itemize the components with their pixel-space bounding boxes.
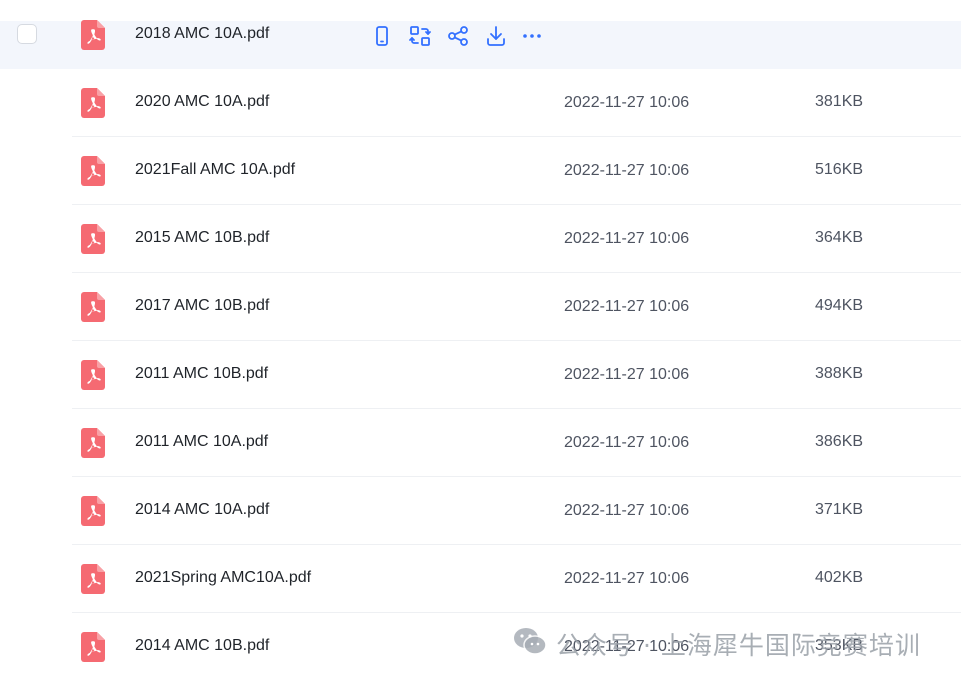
modified-date: 2022-11-27 10:06 bbox=[564, 298, 690, 315]
file-name[interactable]: 2015 AMC 10B.pdf bbox=[135, 229, 269, 247]
file-name[interactable]: 2017 AMC 10B.pdf bbox=[135, 297, 269, 315]
pdf-file-icon bbox=[81, 428, 105, 458]
modified-date: 2022-11-27 10:06 bbox=[564, 94, 690, 111]
file-row[interactable]: 2014 AMC 10A.pdf 2022-11-27 10:06 371KB bbox=[0, 477, 961, 545]
file-row[interactable]: 2018 AMC 10A.pdf bbox=[0, 0, 961, 69]
pdf-file-icon bbox=[81, 224, 105, 254]
convert-icon[interactable] bbox=[408, 24, 432, 48]
file-row[interactable]: 2017 AMC 10B.pdf 2022-11-27 10:06 494KB bbox=[0, 273, 961, 341]
file-row[interactable]: 2021Fall AMC 10A.pdf 2022-11-27 10:06 51… bbox=[0, 137, 961, 205]
wechat-icon bbox=[514, 628, 547, 655]
pdf-file-icon bbox=[81, 292, 105, 322]
pdf-file-icon bbox=[81, 564, 105, 594]
pdf-file-icon bbox=[81, 88, 105, 118]
file-name[interactable]: 2018 AMC 10A.pdf bbox=[135, 25, 269, 43]
file-size: 371KB bbox=[815, 501, 864, 518]
file-name[interactable]: 2011 AMC 10B.pdf bbox=[135, 365, 268, 383]
file-row[interactable]: 2021Spring AMC10A.pdf 2022-11-27 10:06 4… bbox=[0, 545, 961, 613]
pdf-file-icon bbox=[81, 20, 105, 50]
download-icon[interactable] bbox=[484, 24, 508, 48]
file-size: 388KB bbox=[815, 365, 864, 382]
pdf-file-icon bbox=[81, 156, 105, 186]
file-list: 2018 AMC 10A.pdf 2020 AMC 10A.pdf 2022-1… bbox=[0, 0, 961, 679]
pdf-file-icon bbox=[81, 496, 105, 526]
file-size: 364KB bbox=[815, 229, 864, 246]
file-row[interactable]: 2020 AMC 10A.pdf 2022-11-27 10:06 381KB bbox=[0, 69, 961, 137]
file-name[interactable]: 2011 AMC 10A.pdf bbox=[135, 433, 268, 451]
modified-date: 2022-11-27 10:06 bbox=[564, 434, 690, 451]
modified-date: 2022-11-27 10:06 bbox=[564, 162, 690, 179]
file-size: 494KB bbox=[815, 297, 864, 314]
file-row[interactable]: 2015 AMC 10B.pdf 2022-11-27 10:06 364KB bbox=[0, 205, 961, 273]
file-name[interactable]: 2021Fall AMC 10A.pdf bbox=[135, 161, 295, 179]
pdf-file-icon bbox=[81, 632, 105, 662]
pdf-file-icon bbox=[81, 360, 105, 390]
phone-icon[interactable] bbox=[370, 24, 394, 48]
file-size: 516KB bbox=[815, 161, 864, 178]
share-icon[interactable] bbox=[446, 24, 470, 48]
more-icon[interactable] bbox=[520, 24, 544, 48]
file-row[interactable]: 2011 AMC 10B.pdf 2022-11-27 10:06 388KB bbox=[0, 341, 961, 409]
file-name[interactable]: 2014 AMC 10A.pdf bbox=[135, 501, 269, 519]
modified-date: 2022-11-27 10:06 bbox=[564, 230, 690, 247]
watermark-text: 公众号 · 上海犀牛国际竞赛培训 bbox=[556, 631, 921, 660]
file-size: 381KB bbox=[815, 93, 864, 110]
file-size: 402KB bbox=[815, 569, 864, 586]
modified-date: 2022-11-27 10:06 bbox=[564, 366, 690, 383]
row-checkbox[interactable] bbox=[17, 24, 37, 44]
file-name[interactable]: 2021Spring AMC10A.pdf bbox=[135, 569, 311, 587]
file-name[interactable]: 2014 AMC 10B.pdf bbox=[135, 637, 269, 655]
file-name[interactable]: 2020 AMC 10A.pdf bbox=[135, 93, 269, 111]
file-row[interactable]: 2011 AMC 10A.pdf 2022-11-27 10:06 386KB bbox=[0, 409, 961, 477]
file-size: 386KB bbox=[815, 433, 864, 450]
row-top-area bbox=[0, 0, 961, 21]
modified-date: 2022-11-27 10:06 bbox=[564, 502, 690, 519]
modified-date: 2022-11-27 10:06 bbox=[564, 570, 690, 587]
